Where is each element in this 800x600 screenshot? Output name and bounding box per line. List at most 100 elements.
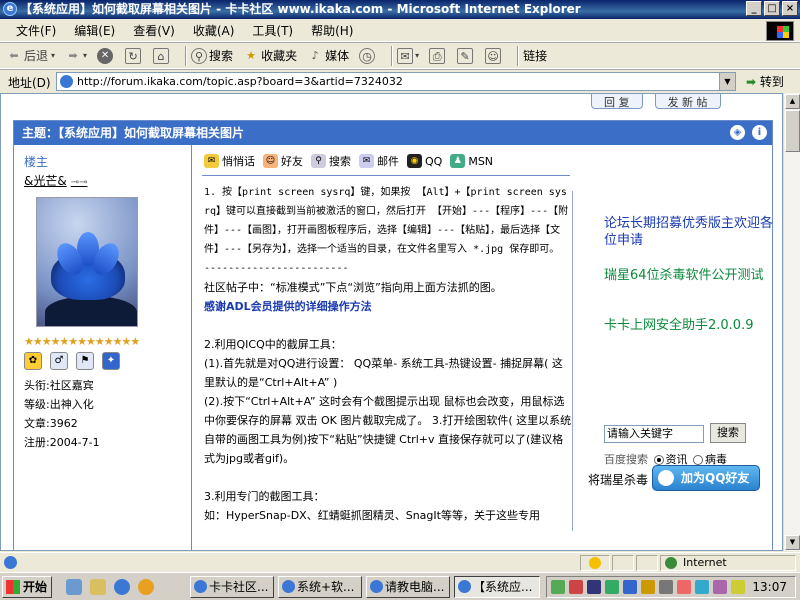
tray-app-icon[interactable] [605, 580, 619, 594]
status-cell [580, 555, 610, 571]
back-arrow-icon: ⬅ [9, 48, 19, 62]
keyword-input[interactable]: 请输入关键字 [604, 425, 704, 443]
scroll-down-icon[interactable]: ▼ [785, 535, 800, 550]
reply-button[interactable]: 回 复 [591, 94, 643, 109]
close-button[interactable]: × [782, 1, 798, 16]
task-current[interactable]: 【系统应... [454, 576, 540, 598]
search-button[interactable]: ⚲ 搜索 [191, 47, 233, 64]
tray-app-icon[interactable] [695, 580, 709, 594]
menu-view[interactable]: 查看(V) [133, 22, 175, 39]
tray-app-icon[interactable] [569, 580, 583, 594]
menu-edit[interactable]: 编辑(E) [74, 22, 115, 39]
address-input[interactable]: http://forum.ikaka.com/topic.asp?board=3… [56, 72, 736, 91]
links-label[interactable]: 链接 [523, 47, 547, 64]
explorer-icon[interactable] [90, 579, 106, 595]
menu-favorites[interactable]: 收藏(A) [193, 22, 235, 39]
forward-arrow-icon: ➡ [68, 48, 78, 62]
show-desktop-icon[interactable] [66, 579, 82, 595]
private-message-button[interactable]: ✉ 悄悄话 [204, 153, 255, 169]
stop-icon: ✕ [97, 47, 114, 64]
menu-file[interactable]: 文件(F) [16, 22, 56, 39]
tray-app-icon[interactable] [551, 580, 565, 594]
tray-app-icon[interactable] [623, 580, 637, 594]
task-ikaka[interactable]: 卡卡社区... [190, 576, 274, 598]
tray-app-icon[interactable] [659, 580, 673, 594]
medal-lion-icon: ✿ [24, 352, 42, 370]
msn-button[interactable]: ♟ MSN [450, 153, 493, 169]
radio-news[interactable] [653, 455, 664, 465]
start-button[interactable]: 开始 [2, 576, 52, 598]
author-role: 楼主 [24, 155, 49, 169]
radio-virus[interactable] [693, 455, 703, 465]
add-qq-friend-button[interactable]: 加为QQ好友 [652, 465, 760, 491]
thanks-link[interactable]: 感谢ADL会员提供的详细操作方法 [204, 297, 572, 316]
tray-app-icon[interactable] [677, 580, 691, 594]
author-posts: 文章:3962 [24, 417, 78, 430]
ad-divider [572, 191, 573, 531]
maximize-button[interactable]: □ [764, 1, 780, 16]
info-icon[interactable]: i [752, 125, 767, 140]
address-url: http://forum.ikaka.com/topic.asp?board=3… [77, 75, 403, 88]
tray-app-icon[interactable] [713, 580, 727, 594]
go-button[interactable]: ➡ 转到 [746, 73, 784, 90]
menu-help[interactable]: 帮助(H) [311, 22, 353, 39]
section-3-title: 3.利用专门的截图工具： [204, 490, 325, 503]
media-button[interactable]: ♪ 媒体 [307, 47, 350, 64]
ad-antivirus-link[interactable]: 瑞星64位杀毒软件公开测试 [604, 267, 774, 284]
add-friend-button[interactable]: ☺ 好友 [263, 153, 303, 169]
edit-button[interactable]: ✎ [457, 47, 475, 64]
minimize-button[interactable]: _ [746, 1, 762, 16]
home-button[interactable]: ⌂ [153, 47, 171, 64]
author-info: 头衔:社区嘉宾 等级:出神入化 文章:3962 注册:2004-7-1 [24, 376, 191, 452]
tray-app-icon[interactable] [731, 580, 745, 594]
task-ask[interactable]: 请教电脑... [366, 576, 450, 598]
media-player-icon[interactable] [138, 579, 154, 595]
scroll-thumb[interactable] [785, 110, 800, 152]
new-post-button[interactable]: 发 新 帖 [654, 94, 721, 109]
toolbar-separator [185, 45, 188, 66]
address-dropdown-icon[interactable]: ▼ [719, 73, 735, 90]
share-icon[interactable]: ◈ [730, 125, 745, 140]
history-icon: ◷ [359, 47, 376, 64]
task-system[interactable]: 系统+软... [278, 576, 362, 598]
print-button[interactable]: ⎙ [429, 47, 447, 64]
ie-icon [458, 580, 471, 593]
ad-moderator-link[interactable]: 论坛长期招募优秀版主欢迎各位申请 [604, 215, 774, 249]
title-bar[interactable]: e 【系统应用】如何截取屏幕相关图片 - 卡卡社区 www.ikaka.com … [0, 0, 800, 19]
status-zone: Internet [660, 555, 796, 571]
medals: ✿ ♂ ⚑ ✦ [24, 352, 191, 370]
avatar-leaf [45, 296, 137, 326]
messenger-button[interactable]: ☺ [485, 47, 503, 64]
back-button[interactable]: ⬅ 后退 ▾ [6, 47, 55, 64]
author-name[interactable]: &光芒& ⊸⊸ [24, 172, 191, 189]
history-button[interactable]: ◷ [359, 47, 377, 64]
refresh-button[interactable]: ↻ [125, 47, 143, 64]
tray-app-icon[interactable] [587, 580, 601, 594]
scroll-up-icon[interactable]: ▲ [785, 94, 800, 109]
menu-bar: 文件(F) 编辑(E) 查看(V) 收藏(A) 工具(T) 帮助(H) [0, 19, 800, 42]
ie-quicklaunch-icon[interactable] [114, 579, 130, 595]
qq-promo-text: 将瑞星杀毒 [588, 473, 649, 487]
address-label: 地址(D) [8, 76, 51, 90]
tray-app-icon[interactable] [641, 580, 655, 594]
stop-button[interactable]: ✕ [97, 47, 115, 64]
toolbar-separator [391, 45, 394, 66]
actions-divider [202, 175, 570, 176]
mail-icon: ✉ [397, 47, 414, 64]
clock[interactable]: 13:07 [752, 580, 787, 594]
section-2-title: 2.利用QICQ中的截屏工具： [204, 338, 342, 351]
qq-button[interactable]: ◉ QQ [407, 153, 442, 169]
mail-button[interactable]: ✉ ▾ [397, 47, 419, 64]
keyword-search-button[interactable]: 搜索 [710, 423, 746, 443]
forward-button[interactable]: ➡ ▾ [65, 48, 87, 64]
search-posts-button[interactable]: ⚲ 搜索 [311, 153, 351, 169]
favorites-button[interactable]: ★ 收藏夹 [243, 47, 297, 64]
ad-helper-link[interactable]: 卡卡上网安全助手2.0.0.9 [604, 317, 774, 334]
menu-tools[interactable]: 工具(T) [252, 22, 293, 39]
media-icon: ♪ [311, 48, 319, 62]
section-2-b: (2).按下“Ctrl+Alt+A” 这时会有个截图提示出现 鼠标也会改变，用鼠… [204, 395, 572, 465]
author-registered: 注册:2004-7-1 [24, 436, 100, 449]
status-page-icon [4, 556, 17, 569]
email-button[interactable]: ✉ 邮件 [359, 153, 399, 169]
vertical-scrollbar[interactable]: ▲ ▼ [783, 93, 800, 551]
